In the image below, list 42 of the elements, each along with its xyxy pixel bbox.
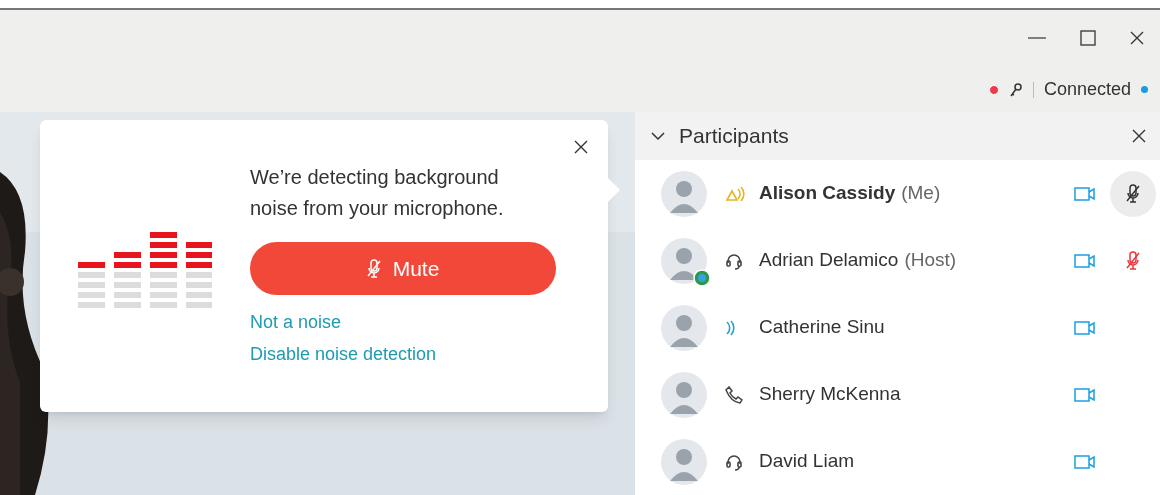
noise-meter-icon [78, 232, 212, 310]
participant-role: (Host) [904, 248, 957, 273]
mute-button[interactable]: Mute [250, 242, 556, 295]
close-icon[interactable] [574, 140, 588, 154]
headset-icon [725, 452, 743, 471]
participant-name: Sherry McKenna [759, 382, 901, 407]
close-icon[interactable] [1132, 129, 1146, 143]
participant-row[interactable]: David Liam [635, 428, 1160, 495]
participant-name: Adrian Delamico [759, 248, 899, 273]
avatar [661, 170, 707, 217]
close-icon[interactable] [1130, 31, 1144, 45]
participant-row[interactable]: Sherry McKenna [635, 361, 1160, 428]
microphone-off-icon [1126, 183, 1140, 204]
chevron-icon[interactable] [651, 131, 665, 141]
participant-name: Alison Cassidy [759, 181, 896, 206]
avatar [661, 304, 707, 351]
video-camera-icon[interactable] [1074, 253, 1096, 268]
video-camera-icon[interactable] [1074, 320, 1096, 335]
speaking-icon [725, 185, 745, 202]
avatar [661, 237, 707, 284]
participant-name: Catherine Sinu [759, 315, 885, 340]
microphone-off-icon [366, 258, 381, 279]
key-icon [1008, 81, 1023, 98]
participant-role: (Me) [901, 181, 941, 206]
connection-status: Connected [1043, 78, 1131, 101]
avatar [661, 438, 707, 485]
speaking-icon [725, 319, 737, 336]
avatar [661, 371, 707, 418]
maximize-icon[interactable] [1080, 30, 1096, 46]
participant-row[interactable]: Adrian Delamico (Host) [635, 227, 1160, 294]
video-camera-icon[interactable] [1074, 387, 1096, 402]
panel-title: Participants [679, 123, 790, 150]
headset-icon [725, 251, 743, 270]
microphone-off-icon [1126, 250, 1140, 271]
noise-message: We’re detecting background noise from your microphone. [250, 165, 505, 221]
video-camera-icon[interactable] [1074, 454, 1096, 469]
video-camera-icon[interactable] [1074, 186, 1096, 201]
participant-row[interactable]: Alison Cassidy (Me) [635, 160, 1160, 227]
participant-name: David Liam [759, 449, 855, 474]
phone-icon [725, 385, 743, 404]
participant-row[interactable]: Catherine Sinu [635, 294, 1160, 361]
unmute-button[interactable] [1110, 170, 1156, 217]
